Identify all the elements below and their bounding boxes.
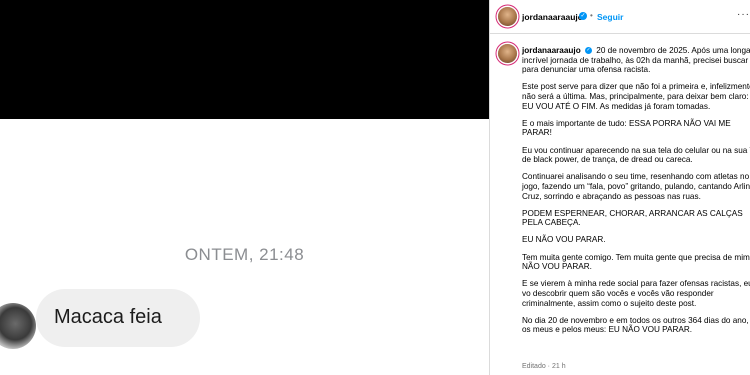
caption-paragraph: EU NÃO VOU PARAR. xyxy=(522,235,606,245)
caption-paragraph: E se vierem à minha rede social para faz… xyxy=(522,279,750,308)
post-header: jordanaaraaujo ✓ • Seguir ··· xyxy=(490,0,750,34)
caption-username[interactable]: jordanaaraaujo xyxy=(522,46,581,55)
caption-text: jordanaaraaujo ✓ 20 de novembro de 2025.… xyxy=(522,46,750,343)
post-caption: jordanaaraaujo ✓ 20 de novembro de 2025.… xyxy=(490,36,750,366)
black-image-area xyxy=(0,0,489,119)
caption-author-avatar[interactable] xyxy=(498,44,517,63)
follow-button[interactable]: Seguir xyxy=(597,12,623,22)
author-username[interactable]: jordanaaraaujo xyxy=(522,12,583,22)
sender-avatar xyxy=(0,303,36,349)
chat-screenshot-panel: ONTEM, 21:48 Macaca feia xyxy=(0,0,489,375)
caption-verified-badge-icon: ✓ xyxy=(584,47,592,55)
caption-paragraph: Tem muita gente comigo. Tem muita gente … xyxy=(522,252,750,272)
caption-paragraph: Continuarei analisando o seu time, resen… xyxy=(522,172,750,201)
author-avatar[interactable] xyxy=(498,7,517,26)
message-bubble: Macaca feia xyxy=(36,289,200,347)
edited-time-meta: Editado · 21 h xyxy=(522,363,566,370)
caption-paragraph: Eu vou continuar aparecendo na sua tela … xyxy=(522,145,750,165)
separator-dot: • xyxy=(590,11,593,20)
post-sidebar: jordanaaraaujo ✓ • Seguir ··· jordanaara… xyxy=(490,0,750,375)
caption-paragraph: E o mais importante de tudo: ESSA PORRA … xyxy=(522,118,731,138)
chat-timestamp: ONTEM, 21:48 xyxy=(184,245,305,264)
more-options-icon[interactable]: ··· xyxy=(737,9,750,20)
message-text: Macaca feia xyxy=(54,306,162,328)
verified-badge-icon: ✓ xyxy=(579,12,587,20)
caption-paragraph: No dia 20 de novembro e em todos os outr… xyxy=(522,315,750,335)
caption-paragraph: Este post serve para dizer que não foi a… xyxy=(522,82,750,111)
caption-paragraph: PODEM ESPERNEAR, CHORAR, ARRANCAR AS CAL… xyxy=(522,208,743,228)
